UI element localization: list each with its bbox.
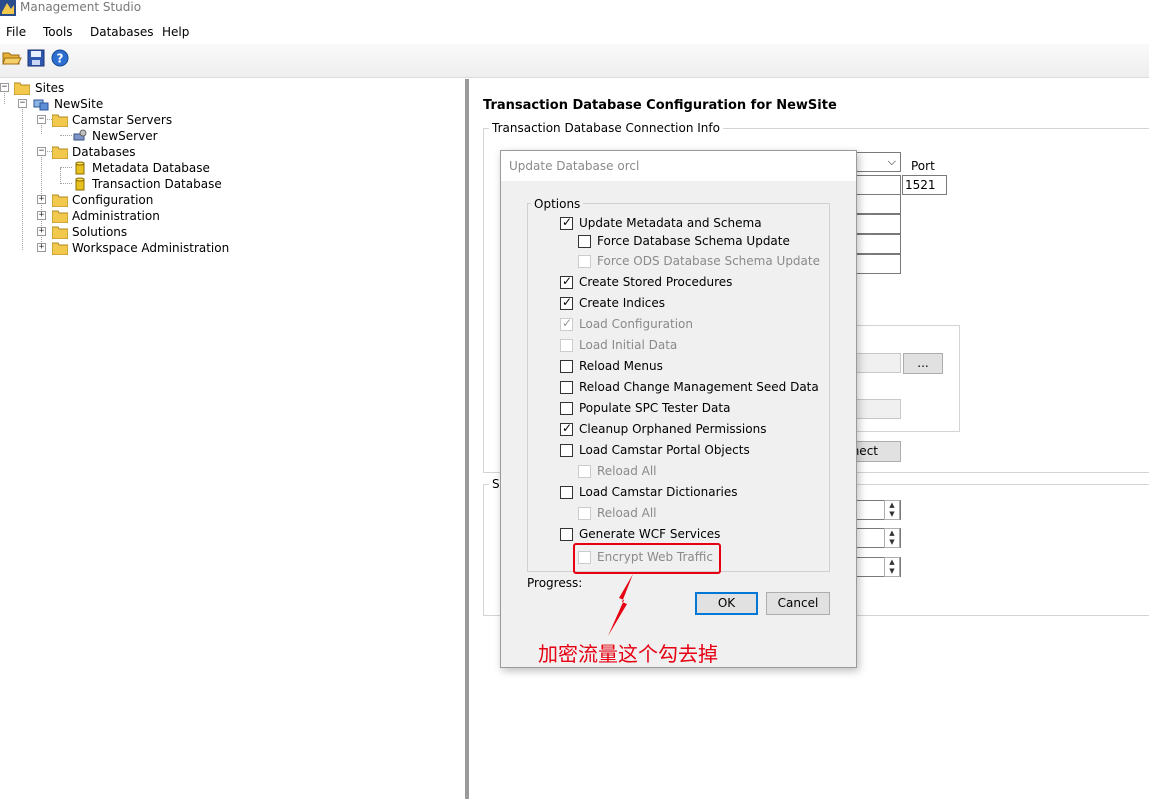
site-icon bbox=[33, 99, 49, 111]
folder-icon bbox=[52, 194, 68, 207]
checked-box-icon[interactable]: ✓ bbox=[560, 295, 573, 310]
option-label: Load Configuration bbox=[579, 317, 693, 331]
page-title: Transaction Database Configuration for N… bbox=[483, 98, 837, 113]
help-icon[interactable]: ? bbox=[50, 48, 70, 68]
tree-node-camstar-servers[interactable]: − Camstar Servers bbox=[0, 112, 200, 128]
unchecked-box-icon[interactable] bbox=[560, 402, 573, 415]
folder-icon bbox=[52, 114, 68, 127]
folder-icon bbox=[52, 210, 68, 223]
menu-databases[interactable]: Databases bbox=[90, 25, 154, 39]
database-icon bbox=[75, 161, 85, 175]
ok-button[interactable]: OK bbox=[695, 592, 758, 615]
menu-file[interactable]: File bbox=[6, 25, 26, 39]
expand-icon[interactable]: + bbox=[37, 195, 46, 204]
checkmark-icon: ✓ bbox=[562, 215, 573, 229]
checked-box-icon[interactable]: ✓ bbox=[560, 421, 573, 436]
app-icon bbox=[0, 0, 16, 16]
folder-icon bbox=[14, 82, 30, 95]
unchecked-box-icon bbox=[578, 465, 591, 478]
option-label: Load Camstar Portal Objects bbox=[579, 443, 750, 457]
tree-node-workspace-administration[interactable]: + Workspace Administration bbox=[0, 240, 230, 256]
navigation-tree: − Sites − NewSite − Camstar Servers NewS… bbox=[0, 79, 465, 799]
spinner-3[interactable]: ▲ ▼ bbox=[884, 557, 900, 577]
tree-node-newsite[interactable]: − NewSite bbox=[0, 96, 200, 112]
open-folder-icon[interactable] bbox=[2, 48, 22, 68]
expand-icon[interactable]: + bbox=[37, 211, 46, 220]
unchecked-box-icon[interactable] bbox=[560, 528, 573, 541]
tree-node-metadata-database[interactable]: Metadata Database bbox=[0, 160, 220, 176]
annotation-arrow bbox=[608, 574, 633, 636]
unchecked-box-icon[interactable] bbox=[560, 381, 573, 394]
tree-node-transaction-database[interactable]: Transaction Database bbox=[0, 176, 222, 192]
checked-box-icon[interactable]: ✓ bbox=[560, 274, 573, 289]
unchecked-box-icon[interactable] bbox=[560, 444, 573, 457]
expand-icon[interactable]: + bbox=[37, 243, 46, 252]
dialog-title-bar: Update Database orcl bbox=[501, 151, 856, 181]
tree-node-newserver[interactable]: NewServer bbox=[0, 128, 200, 144]
option-label: Populate SPC Tester Data bbox=[579, 401, 731, 415]
unchecked-box-icon bbox=[578, 507, 591, 520]
checkmark-icon: ✓ bbox=[562, 274, 573, 288]
option-label: Reload All bbox=[597, 464, 657, 478]
checked-box-icon[interactable]: ✓ bbox=[560, 215, 573, 230]
unchecked-box-icon bbox=[560, 339, 573, 352]
option-label: Create Stored Procedures bbox=[579, 275, 733, 289]
cancel-button[interactable]: Cancel bbox=[766, 592, 830, 615]
collapse-icon[interactable]: − bbox=[18, 99, 27, 108]
window-title: Management Studio bbox=[20, 0, 142, 14]
expand-icon[interactable]: + bbox=[37, 227, 46, 236]
option-label: Reload Change Management Seed Data bbox=[579, 380, 819, 394]
progress-label: Progress: bbox=[527, 576, 583, 590]
option-label: Reload Menus bbox=[579, 359, 663, 373]
option-label: Load Initial Data bbox=[579, 338, 678, 352]
chevron-down-icon: ⌵ bbox=[887, 155, 896, 168]
option-label: Force ODS Database Schema Update bbox=[597, 254, 820, 268]
title-bar: Management Studio bbox=[0, 0, 1149, 20]
database-icon bbox=[75, 177, 85, 191]
unchecked-box-icon[interactable] bbox=[560, 360, 573, 373]
connection-info-legend: Transaction Database Connection Info bbox=[489, 121, 723, 135]
option-label: Cleanup Orphaned Permissions bbox=[579, 422, 767, 436]
folder-icon bbox=[52, 146, 68, 159]
menu-tools[interactable]: Tools bbox=[43, 25, 73, 39]
tree-node-administration[interactable]: + Administration bbox=[0, 208, 200, 224]
menu-help[interactable]: Help bbox=[162, 25, 189, 39]
browse-button[interactable]: ... bbox=[903, 353, 943, 374]
unchecked-box-icon[interactable] bbox=[578, 235, 591, 248]
svg-text:?: ? bbox=[57, 52, 64, 66]
checkmark-icon: ✓ bbox=[562, 295, 573, 309]
spinner-2[interactable]: ▲ ▼ bbox=[884, 528, 900, 548]
option-label: Update Metadata and Schema bbox=[579, 216, 762, 230]
collapse-icon[interactable]: − bbox=[37, 115, 46, 124]
option-label: Reload All bbox=[597, 506, 657, 520]
port-label: Port bbox=[911, 159, 935, 173]
checkmark-icon: ✓ bbox=[562, 316, 573, 330]
checked-box-icon: ✓ bbox=[560, 316, 573, 331]
unchecked-box-icon[interactable] bbox=[560, 486, 573, 499]
option-label: Force Database Schema Update bbox=[597, 234, 790, 248]
options-legend: Options bbox=[531, 197, 584, 211]
collapse-icon[interactable]: − bbox=[0, 83, 9, 92]
dialog-title: Update Database orcl bbox=[509, 159, 640, 173]
annotation-text: 加密流量这个勾去掉 bbox=[538, 642, 718, 666]
port-field[interactable]: 1521 bbox=[902, 175, 947, 195]
spinner-1[interactable]: ▲ ▼ bbox=[884, 500, 900, 520]
unchecked-box-icon bbox=[578, 255, 591, 268]
option-label: Create Indices bbox=[579, 296, 666, 310]
tree-node-configuration[interactable]: + Configuration bbox=[0, 192, 200, 208]
tree-node-solutions[interactable]: + Solutions bbox=[0, 224, 200, 240]
tree-node-sites[interactable]: − Sites bbox=[0, 80, 200, 96]
collapse-icon[interactable]: − bbox=[37, 147, 46, 156]
menu-bar: File Tools Databases Help bbox=[0, 20, 1149, 44]
folder-icon bbox=[52, 226, 68, 239]
tree-node-databases[interactable]: − Databases bbox=[0, 144, 200, 160]
save-icon[interactable] bbox=[26, 48, 46, 68]
toolbar: ? bbox=[0, 44, 1149, 78]
option-label: Generate WCF Services bbox=[579, 527, 721, 541]
option-label: Load Camstar Dictionaries bbox=[579, 485, 738, 499]
folder-icon bbox=[52, 242, 68, 255]
update-database-dialog: Update Database orcl Options Progress: O… bbox=[500, 150, 857, 668]
server-icon bbox=[73, 129, 87, 141]
checkmark-icon: ✓ bbox=[562, 421, 573, 435]
